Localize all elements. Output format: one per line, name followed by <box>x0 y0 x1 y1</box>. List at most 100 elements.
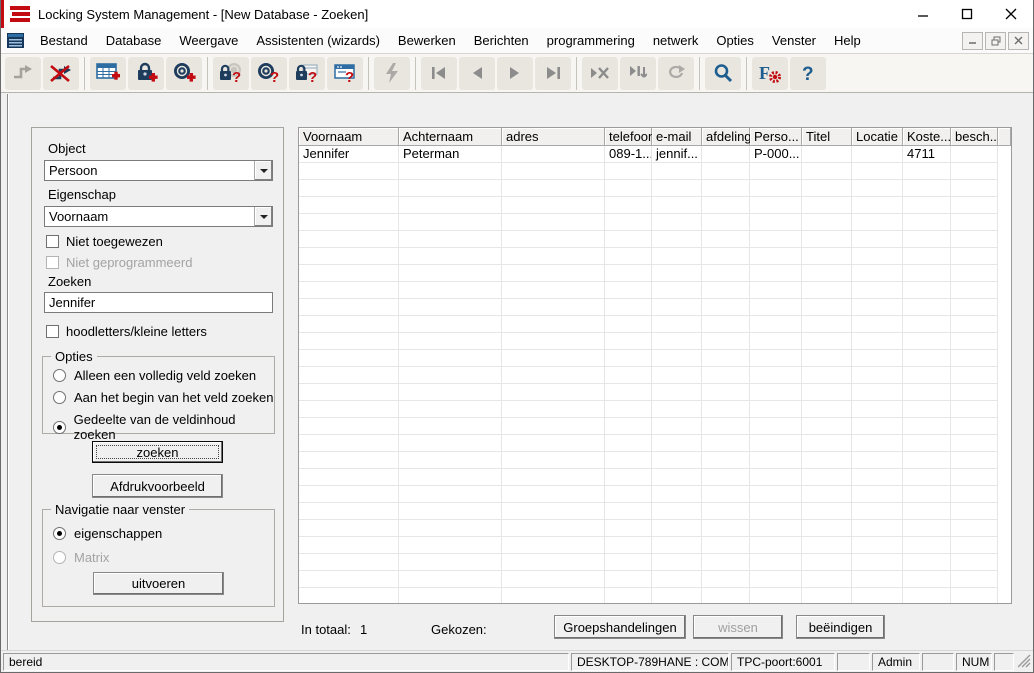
read-lock-button[interactable]: ? <box>213 57 249 90</box>
read-window-button[interactable]: ? <box>327 57 363 90</box>
column-header[interactable]: Achternaam <box>399 128 502 146</box>
column-header[interactable]: Locatie <box>852 128 903 146</box>
menu-opties[interactable]: Opties <box>707 28 763 54</box>
menu-programmering[interactable]: programmering <box>538 28 644 54</box>
table-empty-row <box>299 265 1011 282</box>
table-empty-row <box>299 299 1011 316</box>
column-header[interactable]: Koste... <box>903 128 951 146</box>
column-header[interactable]: Titel <box>802 128 852 146</box>
next-record-button[interactable] <box>497 57 533 90</box>
menu-venster[interactable]: Venster <box>763 28 825 54</box>
cell-telefoon: 089-1... <box>605 146 652 163</box>
object-label: Object <box>48 141 86 156</box>
read-transponder-button[interactable]: ? <box>251 57 287 90</box>
log-off-button[interactable] <box>43 57 79 90</box>
totals-bar: In totaal: 1 Gekozen: Groepshandelingen … <box>298 613 1012 645</box>
menu-netwerk[interactable]: netwerk <box>644 28 708 54</box>
mdi-close-button[interactable] <box>1008 32 1029 50</box>
column-header[interactable]: afdeling <box>702 128 750 146</box>
table-empty-row <box>299 333 1011 350</box>
chevron-down-icon[interactable] <box>254 161 272 180</box>
search-icon <box>713 63 733 83</box>
navigation-group: Navigatie naar venster eigenschappen Mat… <box>42 509 275 607</box>
svg-text:?: ? <box>802 64 814 83</box>
radio-full-field[interactable]: Alleen een volledig veld zoeken <box>53 368 256 383</box>
last-icon <box>545 66 561 80</box>
group-actions-button[interactable]: Groepshandelingen <box>554 615 686 639</box>
window-accent <box>1 0 4 28</box>
first-record-button[interactable] <box>421 57 457 90</box>
table-empty-row <box>299 469 1011 486</box>
radio-icon <box>53 369 66 382</box>
cell-titel <box>802 146 852 163</box>
menu-weergave[interactable]: Weergave <box>170 28 247 54</box>
search-input[interactable] <box>44 292 273 313</box>
radio-begin-field[interactable]: Aan het begin van het veld zoeken <box>53 390 273 405</box>
program-button[interactable] <box>374 57 410 90</box>
new-transponder-button[interactable] <box>166 57 202 90</box>
remove-record-button[interactable] <box>582 57 618 90</box>
not-assigned-checkbox[interactable]: Niet toegewezen <box>46 234 163 249</box>
window-title: Locking System Management - [New Databas… <box>38 7 901 22</box>
svg-text:?: ? <box>232 69 241 84</box>
previous-record-button[interactable] <box>459 57 495 90</box>
menu-database[interactable]: Database <box>97 28 171 54</box>
new-locking-system-button[interactable] <box>90 57 126 90</box>
insert-record-button[interactable] <box>620 57 656 90</box>
help-button[interactable]: ? <box>790 57 826 90</box>
results-table: Voornaam Achternaam adres telefoon e-mai… <box>298 127 1012 604</box>
new-lock-button[interactable] <box>128 57 164 90</box>
app-logo-icon <box>10 6 30 22</box>
execute-button[interactable]: uitvoeren <box>93 572 224 595</box>
menu-help[interactable]: Help <box>825 28 870 54</box>
minimize-button[interactable] <box>901 0 945 28</box>
lock-window-question-icon: ? <box>294 62 320 84</box>
menu-bestand[interactable]: Bestand <box>31 28 97 54</box>
radio-properties[interactable]: eigenschappen <box>53 526 162 541</box>
print-preview-button[interactable]: Afdrukvoorbeeld <box>92 474 223 498</box>
maximize-button[interactable] <box>945 0 989 28</box>
column-header[interactable]: Perso... <box>750 128 802 146</box>
property-select[interactable]: Voornaam <box>44 206 273 227</box>
not-programmed-checkbox: Niet geprogrammeerd <box>46 255 192 270</box>
case-sensitive-checkbox[interactable]: hoodletters/kleine letters <box>46 324 207 339</box>
close-button[interactable] <box>989 0 1033 28</box>
read-lock-2-button[interactable]: ? <box>289 57 325 90</box>
mdi-minimize-button[interactable] <box>962 32 983 50</box>
end-button[interactable]: beëindigen <box>796 615 885 639</box>
filter-settings-button[interactable]: F <box>752 57 788 90</box>
table-empty-row <box>299 197 1011 214</box>
table-row[interactable]: Jennifer Peterman 089-1... jennif... P-0… <box>299 146 1011 163</box>
cell-kostenplaats: 4711 <box>903 146 951 163</box>
log-on-button[interactable] <box>5 57 41 90</box>
cell-achternaam: Peterman <box>399 146 502 163</box>
last-record-button[interactable] <box>535 57 571 90</box>
radio-icon <box>53 527 66 540</box>
checkbox-box <box>46 325 59 338</box>
radio-part-field[interactable]: Gedeelte van de veldinhoud zoeken <box>53 412 274 442</box>
search-button-toolbar[interactable] <box>705 57 741 90</box>
search-submit-button[interactable]: zoeken <box>92 441 223 463</box>
refresh-button[interactable] <box>658 57 694 90</box>
menu-assistenten[interactable]: Assistenten (wizards) <box>247 28 389 54</box>
arrow-down-icon <box>629 65 647 81</box>
column-header[interactable]: telefoon <box>605 128 652 146</box>
cell-personeelsnummer: P-000... <box>750 146 802 163</box>
not-programmed-label: Niet geprogrammeerd <box>66 255 192 270</box>
resize-grip-icon[interactable] <box>1018 653 1031 671</box>
transponder-plus-icon <box>172 62 196 84</box>
object-select[interactable]: Persoon <box>44 160 273 181</box>
table-empty-row <box>299 554 1011 571</box>
radio-matrix: Matrix <box>53 550 109 565</box>
menu-berichten[interactable]: Berichten <box>465 28 538 54</box>
chevron-down-icon[interactable] <box>254 207 272 226</box>
menu-bewerken[interactable]: Bewerken <box>389 28 465 54</box>
mdi-restore-button[interactable] <box>985 32 1006 50</box>
column-header[interactable]: adres <box>502 128 605 146</box>
zigzag-arrow-icon <box>12 64 34 82</box>
toolbar-separator <box>415 57 416 90</box>
column-header[interactable]: e-mail <box>652 128 702 146</box>
title-bar: Locking System Management - [New Databas… <box>1 0 1033 28</box>
column-header[interactable]: Voornaam <box>299 128 399 146</box>
column-header[interactable]: besch... <box>951 128 998 146</box>
